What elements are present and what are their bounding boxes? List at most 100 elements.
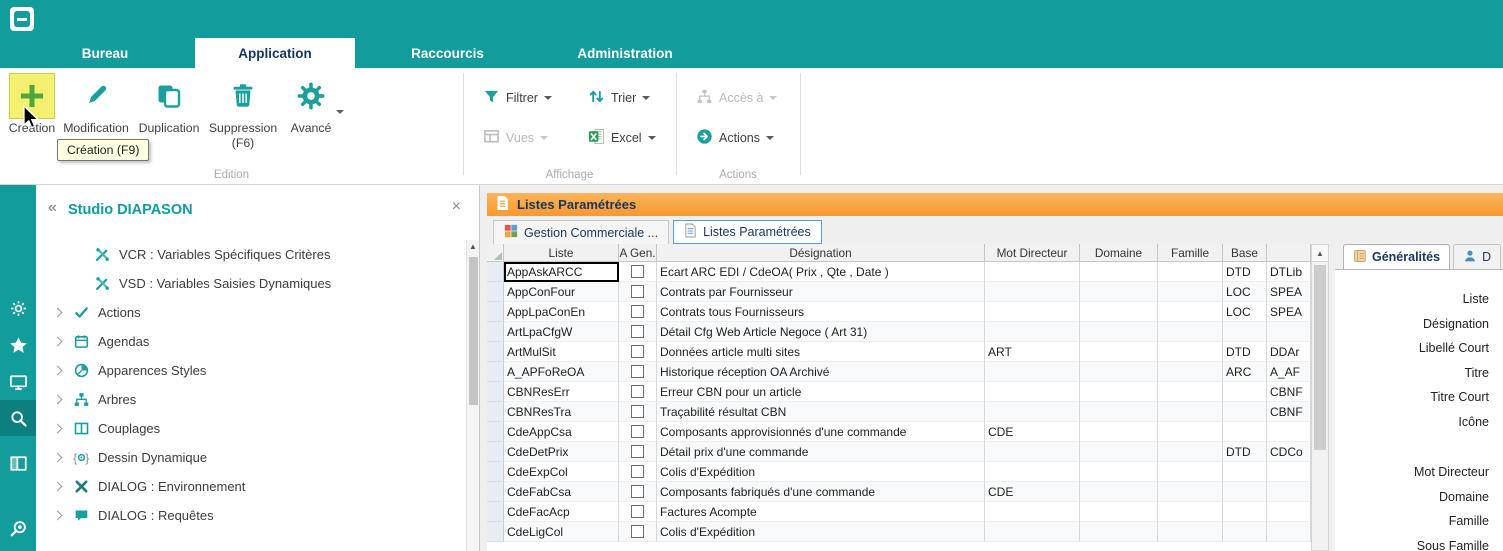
sidebar-item[interactable]: Actions <box>36 298 463 327</box>
acces-a-button[interactable]: Accès à <box>696 86 777 110</box>
star-icon[interactable] <box>0 327 36 363</box>
row-selector[interactable] <box>487 262 504 282</box>
cell-mot[interactable] <box>985 322 1080 342</box>
scrollbar-thumb[interactable] <box>1314 265 1326 450</box>
cell-mot[interactable] <box>985 402 1080 422</box>
sidebar-item[interactable]: Couplages <box>36 414 463 443</box>
cell-domaine[interactable] <box>1080 422 1158 442</box>
cell-extra[interactable]: SPEA <box>1267 282 1311 302</box>
cell-extra[interactable] <box>1267 522 1311 542</box>
a-gen-checkbox[interactable] <box>631 365 644 378</box>
cell-domaine[interactable] <box>1080 462 1158 482</box>
column-header[interactable]: Désignation <box>657 244 985 262</box>
cell-extra[interactable]: CBNF <box>1267 402 1311 422</box>
tab-generalites[interactable]: Généralités <box>1343 244 1450 269</box>
row-selector[interactable] <box>487 382 504 402</box>
cell-designation[interactable]: Factures Acompte <box>657 502 985 522</box>
cell-designation[interactable]: Historique réception OA Archivé <box>657 362 985 382</box>
cell-domaine[interactable] <box>1080 442 1158 462</box>
panels-icon[interactable] <box>0 445 36 481</box>
chevron-down-icon[interactable] <box>766 136 774 140</box>
settings-icon[interactable] <box>0 290 36 326</box>
search-icon[interactable] <box>0 400 36 436</box>
cell-mot[interactable]: CDE <box>985 422 1080 442</box>
column-header[interactable]: Base <box>1223 244 1267 262</box>
cell-famille[interactable] <box>1158 482 1223 502</box>
a-gen-checkbox[interactable] <box>631 425 644 438</box>
tab-bureau[interactable]: Bureau <box>55 38 155 68</box>
cell-domaine[interactable] <box>1080 282 1158 302</box>
cell-designation[interactable]: Détail Cfg Web Article Negoce ( Art 31) <box>657 322 985 342</box>
cell-designation[interactable]: Colis d'Expédition <box>657 522 985 542</box>
sidebar-item[interactable]: DIALOG : Requêtes <box>36 501 463 530</box>
scroll-up-icon[interactable]: ▲ <box>467 240 479 254</box>
cell-extra[interactable]: DDAr <box>1267 342 1311 362</box>
row-selector[interactable] <box>487 442 504 462</box>
cell-liste[interactable]: AppAskARCC <box>504 262 619 282</box>
chevron-right-icon[interactable] <box>53 308 63 318</box>
cell-mot[interactable] <box>985 442 1080 462</box>
cell-famille[interactable] <box>1158 442 1223 462</box>
cell-famille[interactable] <box>1158 362 1223 382</box>
cell-famille[interactable] <box>1158 282 1223 302</box>
row-selector[interactable] <box>487 422 504 442</box>
cell-designation[interactable]: Composants approvisionnés d'une commande <box>657 422 985 442</box>
chevron-down-icon[interactable] <box>544 96 552 100</box>
chevron-right-icon[interactable] <box>53 337 63 347</box>
chevron-right-icon[interactable] <box>53 395 63 405</box>
cell-famille[interactable] <box>1158 462 1223 482</box>
table-row[interactable]: CdeDetPrixDétail prix d'une commandeDTDC… <box>487 442 1311 462</box>
cell-mot[interactable]: CDE <box>985 482 1080 502</box>
cell-liste[interactable]: CdeFabCsa <box>504 482 619 502</box>
cell-liste[interactable]: CdeAppCsa <box>504 422 619 442</box>
tab-raccourcis[interactable]: Raccourcis <box>390 38 505 68</box>
cell-base[interactable] <box>1223 322 1267 342</box>
cell-mot[interactable] <box>985 302 1080 322</box>
cell-designation[interactable]: Traçabilité résultat CBN <box>657 402 985 422</box>
column-header[interactable]: Domaine <box>1080 244 1158 262</box>
cell-domaine[interactable] <box>1080 362 1158 382</box>
scrollbar-thumb[interactable] <box>469 257 478 405</box>
a-gen-checkbox[interactable] <box>631 405 644 418</box>
cell-liste[interactable]: CdeExpCol <box>504 462 619 482</box>
cell-domaine[interactable] <box>1080 382 1158 402</box>
row-selector[interactable] <box>487 362 504 382</box>
cell-liste[interactable]: ArtMulSit <box>504 342 619 362</box>
query-icon[interactable] <box>0 510 36 546</box>
actions-button[interactable]: Actions <box>696 126 774 150</box>
cell-domaine[interactable] <box>1080 522 1158 542</box>
chevron-right-icon[interactable] <box>53 482 63 492</box>
row-selector[interactable] <box>487 322 504 342</box>
cell-extra[interactable]: CBNF <box>1267 382 1311 402</box>
cell-base[interactable]: LOC <box>1223 302 1267 322</box>
sidebar-item[interactable]: Agendas <box>36 327 463 356</box>
a-gen-checkbox[interactable] <box>631 505 644 518</box>
sidebar-item[interactable]: VSD : Variables Saisies Dynamiques <box>36 269 463 298</box>
a-gen-checkbox[interactable] <box>631 465 644 478</box>
row-selector[interactable] <box>487 342 504 362</box>
table-row[interactable]: A_APFoReOAHistorique réception OA Archiv… <box>487 362 1311 382</box>
close-sidebar-button[interactable]: × <box>452 198 461 216</box>
avance-button[interactable]: Avancé <box>282 74 340 136</box>
cell-extra[interactable]: CDCo <box>1267 442 1311 462</box>
sidebar-item[interactable]: Arbres <box>36 385 463 414</box>
cell-designation[interactable]: Détail prix d'une commande <box>657 442 985 462</box>
sidebar-item[interactable]: Apparences Styles <box>36 356 463 385</box>
column-header[interactable]: A Gen. <box>619 244 657 262</box>
cell-liste[interactable]: CBNResErr <box>504 382 619 402</box>
table-row[interactable]: CdeLigColColis d'Expédition <box>487 522 1311 542</box>
row-selector[interactable] <box>487 282 504 302</box>
cell-designation[interactable]: Contrats tous Fournisseurs <box>657 302 985 322</box>
cell-domaine[interactable] <box>1080 402 1158 422</box>
row-selector[interactable] <box>487 302 504 322</box>
cell-extra[interactable]: DTLib <box>1267 262 1311 282</box>
collapse-sidebar-button[interactable]: « <box>48 199 57 217</box>
chevron-down-icon[interactable] <box>642 96 650 100</box>
duplication-button[interactable]: Duplication <box>134 74 204 136</box>
cell-extra[interactable] <box>1267 502 1311 522</box>
cell-liste[interactable]: AppLpaConEn <box>504 302 619 322</box>
cell-mot[interactable] <box>985 362 1080 382</box>
cell-famille[interactable] <box>1158 502 1223 522</box>
cell-extra[interactable]: SPEA <box>1267 302 1311 322</box>
cell-famille[interactable] <box>1158 302 1223 322</box>
